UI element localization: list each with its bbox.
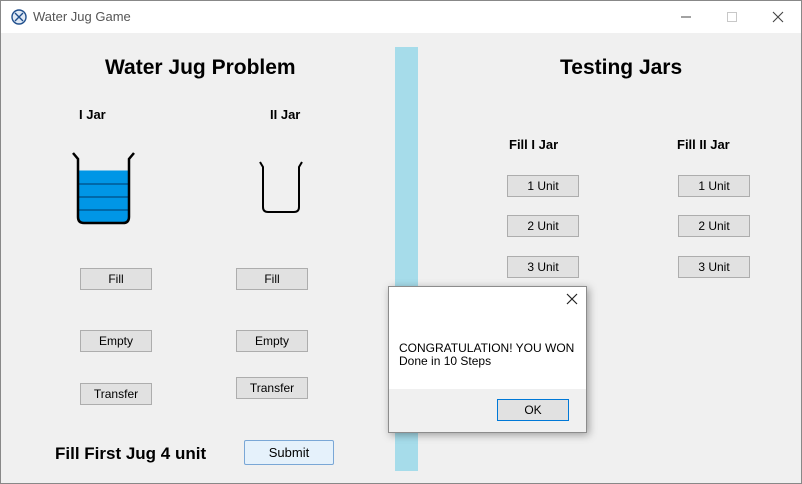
- jar1-label: I Jar: [79, 107, 106, 122]
- maximize-button[interactable]: [709, 1, 755, 33]
- app-icon: [11, 9, 27, 25]
- fill2-1unit-button[interactable]: 1 Unit: [678, 175, 750, 197]
- dialog-ok-button[interactable]: OK: [497, 399, 569, 421]
- title-bar: Water Jug Game: [1, 1, 801, 33]
- close-window-button[interactable]: [755, 1, 801, 33]
- maximize-icon: [727, 12, 737, 22]
- jar2-transfer-button[interactable]: Transfer: [236, 377, 308, 399]
- dialog-body: CONGRATULATION! YOU WON Done in 10 Steps: [389, 287, 586, 389]
- minimize-icon: [681, 16, 691, 18]
- jar1-empty-button[interactable]: Empty: [80, 330, 152, 352]
- jar2-graphic: [259, 161, 303, 213]
- fill1-2unit-button[interactable]: 2 Unit: [507, 215, 579, 237]
- jar1-transfer-button[interactable]: Transfer: [80, 383, 152, 405]
- dialog-close-button[interactable]: [566, 292, 578, 310]
- close-icon: [772, 11, 784, 23]
- message-dialog: CONGRATULATION! YOU WON Done in 10 Steps…: [388, 286, 587, 433]
- jar2-fill-button[interactable]: Fill: [236, 268, 308, 290]
- app-window: Water Jug Game Water Jug Problem I Jar I…: [0, 0, 802, 484]
- goal-text: Fill First Jug 4 unit: [55, 444, 207, 463]
- minimize-button[interactable]: [663, 1, 709, 33]
- window-title: Water Jug Game: [33, 9, 131, 24]
- left-heading: Water Jug Problem: [105, 56, 296, 79]
- dialog-message-line2: Done in 10 Steps: [399, 354, 492, 368]
- fill2-label: Fill II Jar: [677, 137, 730, 152]
- jar1-graphic: [72, 152, 135, 225]
- dialog-message: CONGRATULATION! YOU WON Done in 10 Steps: [399, 342, 574, 368]
- fill1-3unit-button[interactable]: 3 Unit: [507, 256, 579, 278]
- fill2-2unit-button[interactable]: 2 Unit: [678, 215, 750, 237]
- jar1-fill-button[interactable]: Fill: [80, 268, 152, 290]
- jar2-label: II Jar: [270, 107, 301, 122]
- submit-button[interactable]: Submit: [244, 440, 334, 465]
- close-icon: [566, 293, 578, 305]
- jar2-empty-button[interactable]: Empty: [236, 330, 308, 352]
- fill2-3unit-button[interactable]: 3 Unit: [678, 256, 750, 278]
- fill1-1unit-button[interactable]: 1 Unit: [507, 175, 579, 197]
- fill1-label: Fill I Jar: [509, 137, 559, 152]
- right-heading: Testing Jars: [560, 56, 683, 79]
